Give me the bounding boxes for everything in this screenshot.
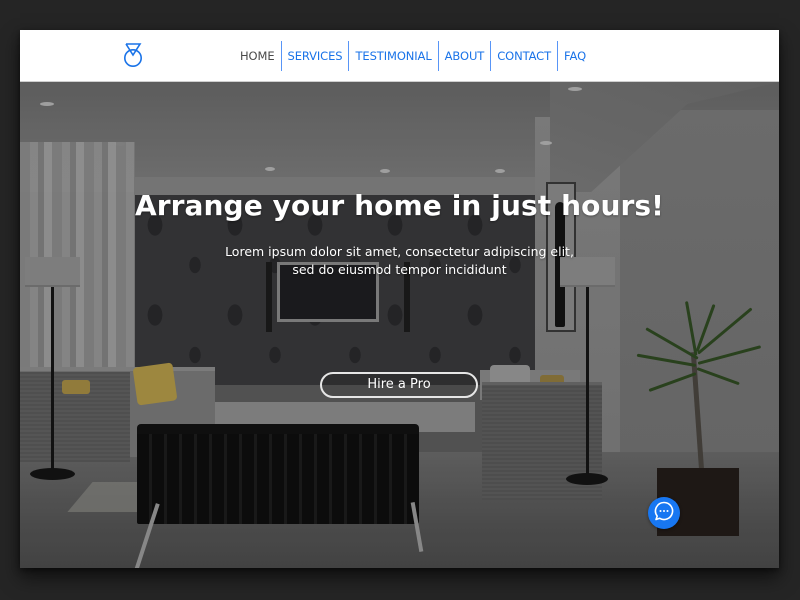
hero-subtitle: Lorem ipsum dolor sit amet, consectetur … xyxy=(20,243,779,279)
nav-faq[interactable]: FAQ xyxy=(558,41,592,71)
nav-divider xyxy=(280,41,282,71)
hero-content: Arrange your home in just hours! Lorem i… xyxy=(20,82,779,568)
nav-contact[interactable]: CONTACT xyxy=(491,41,557,71)
nav-about[interactable]: ABOUT xyxy=(439,41,491,71)
medal-icon[interactable] xyxy=(122,42,144,68)
browser-page: HOME SERVICES TESTIMONIAL ABOUT CONTACT … xyxy=(20,30,779,568)
chat-bubble-icon xyxy=(652,499,676,527)
hire-a-pro-button[interactable]: Hire a Pro xyxy=(320,372,478,398)
main-nav: HOME SERVICES TESTIMONIAL ABOUT CONTACT … xyxy=(234,41,592,71)
hero-section: Arrange your home in just hours! Lorem i… xyxy=(20,82,779,568)
site-header: HOME SERVICES TESTIMONIAL ABOUT CONTACT … xyxy=(20,30,779,82)
nav-divider xyxy=(490,41,492,71)
hero-title: Arrange your home in just hours! xyxy=(134,189,665,222)
hero-subtitle-line-1: Lorem ipsum dolor sit amet, consectetur … xyxy=(225,244,574,259)
nav-divider xyxy=(437,41,439,71)
chat-button[interactable] xyxy=(648,497,680,529)
nav-divider xyxy=(557,41,559,71)
nav-divider xyxy=(348,41,350,71)
nav-home[interactable]: HOME xyxy=(234,41,281,71)
nav-services[interactable]: SERVICES xyxy=(282,41,349,71)
hero-subtitle-line-2: sed do eiusmod tempor incididunt xyxy=(292,262,507,277)
nav-testimonial[interactable]: TESTIMONIAL xyxy=(349,41,437,71)
